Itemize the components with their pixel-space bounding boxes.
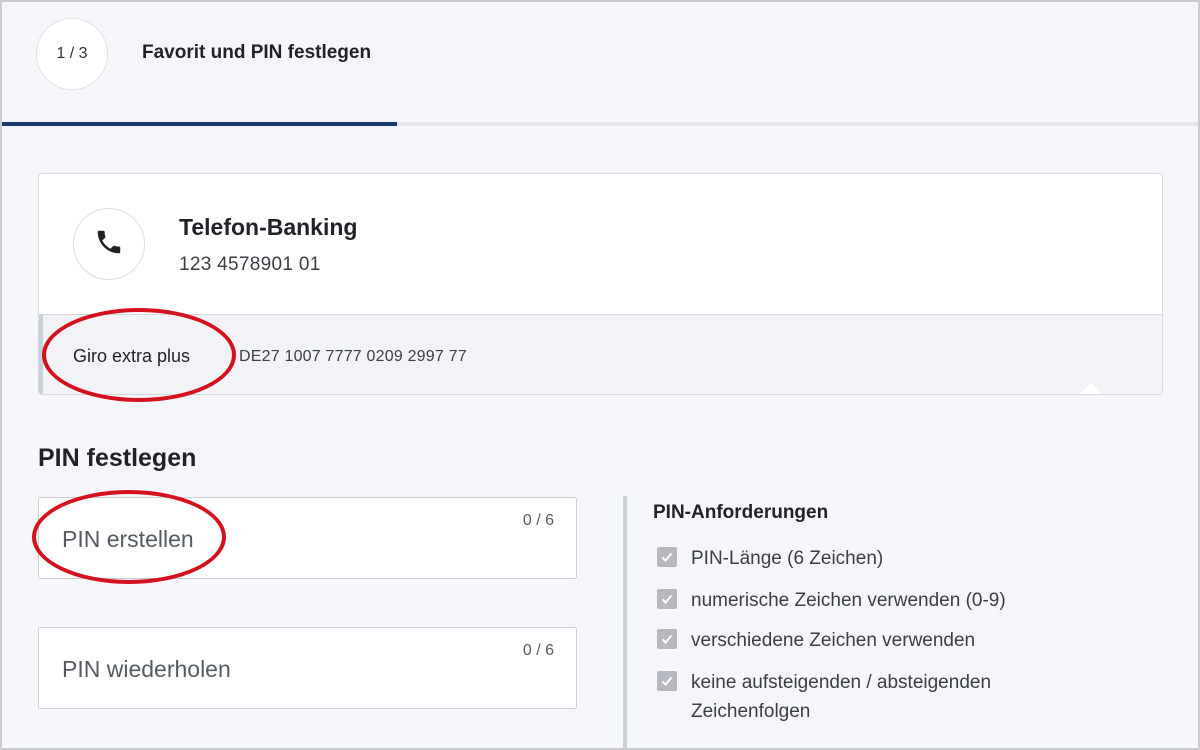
requirement-label: numerische Zeichen verwenden (0-9) — [691, 590, 1006, 611]
app-frame: 1 / 3 Favorit und PIN festlegen Telefon-… — [0, 0, 1200, 750]
pin-requirements: PIN-Anforderungen PIN-Länge (6 Zeichen) … — [623, 496, 1183, 748]
checkbox-checked-icon — [657, 629, 677, 649]
highlight-oval-pin — [32, 490, 226, 584]
iban: DE27 1007 7777 0209 2997 77 — [239, 348, 467, 365]
progress-fill — [2, 122, 397, 126]
step-title: Favorit und PIN festlegen — [142, 42, 372, 63]
requirement-item: numerische Zeichen verwenden (0-9) — [657, 586, 1071, 615]
account-icon-circle — [73, 208, 145, 280]
requirement-item: PIN-Länge (6 Zeichen) — [657, 544, 1071, 573]
requirement-item: keine aufsteigenden / absteigenden Zeich… — [657, 668, 1071, 726]
requirement-item: verschiedene Zeichen verwenden — [657, 626, 1071, 655]
account-name: Telefon-Banking — [179, 214, 358, 240]
pin-create-counter: 0 / 6 — [522, 512, 554, 529]
pin-repeat-placeholder: PIN wiederholen — [62, 656, 231, 682]
step-indicator: 1 / 3 — [36, 18, 108, 90]
highlight-oval-product — [42, 308, 236, 402]
requirements-title: PIN-Anforderungen — [653, 502, 829, 523]
section-title: PIN festlegen — [38, 444, 197, 472]
progress-bar — [2, 122, 1198, 126]
checkbox-checked-icon — [657, 589, 677, 609]
requirement-label: PIN-Länge (6 Zeichen) — [691, 548, 884, 569]
dropdown-notch — [1079, 383, 1103, 394]
wizard-header: 1 / 3 Favorit und PIN festlegen — [2, 2, 1198, 126]
requirement-label: keine aufsteigenden / absteigenden Zeich… — [691, 672, 992, 722]
step-counter: 1 / 3 — [56, 45, 88, 62]
phone-icon — [94, 227, 124, 262]
checkbox-checked-icon — [657, 547, 677, 567]
account-number: 123 4578901 01 — [179, 254, 321, 275]
requirement-label: verschiedene Zeichen verwenden — [691, 630, 976, 651]
checkbox-checked-icon — [657, 671, 677, 691]
pin-repeat-input[interactable]: PIN wiederholen 0 / 6 — [38, 627, 577, 709]
pin-repeat-counter: 0 / 6 — [522, 642, 554, 659]
